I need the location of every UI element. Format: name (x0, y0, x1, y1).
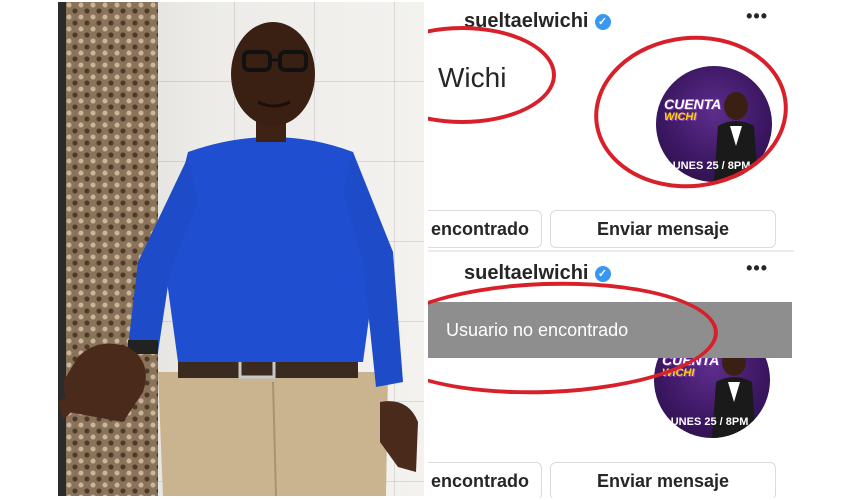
verified-badge-icon: ✓ (594, 265, 611, 282)
avatar-date: LUNES 25 / 8PM (664, 416, 749, 428)
red-annotation-circle (586, 26, 794, 198)
profile-panel-after: sueltaelwichi ✓ ••• CUENTA WICHI LUNES 2… (428, 252, 794, 498)
more-options-icon[interactable]: ••• (746, 6, 768, 27)
person-figure (58, 22, 418, 496)
person-photo (58, 2, 424, 496)
profile-panel-before: sueltaelwichi ✓ ••• Wichi CUENTA WICHI L… (428, 0, 794, 250)
send-message-button[interactable]: Enviar mensaje (550, 210, 776, 248)
send-message-button[interactable]: Enviar mensaje (550, 462, 776, 498)
status-button[interactable]: encontrado (428, 210, 542, 248)
more-options-icon[interactable]: ••• (746, 258, 768, 279)
red-annotation-circle (428, 26, 556, 124)
verified-badge-icon: ✓ (594, 13, 611, 30)
status-button[interactable]: encontrado (428, 462, 542, 498)
